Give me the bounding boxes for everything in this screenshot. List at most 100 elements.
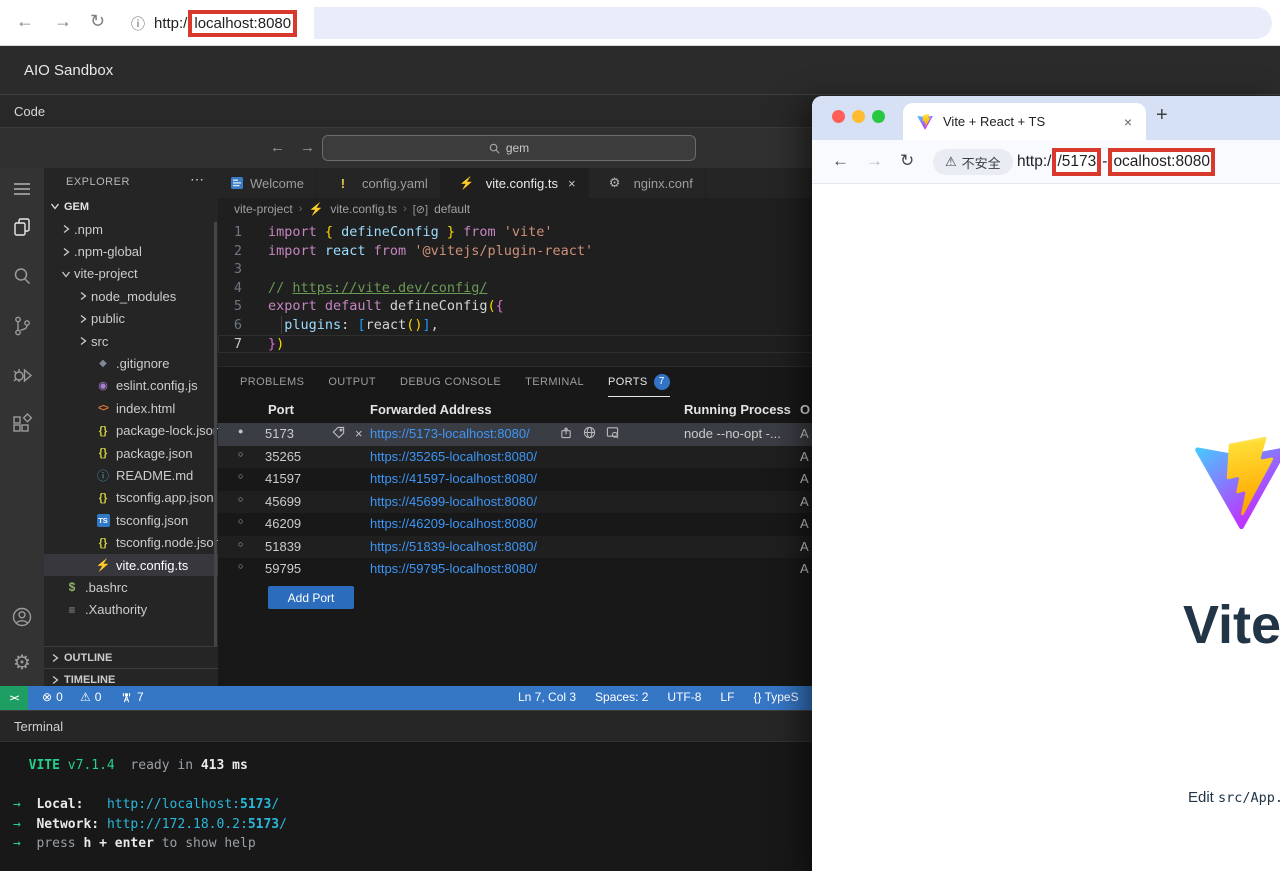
tree-item-tsconfig-json[interactable]: TS tsconfig.json	[44, 509, 218, 531]
explorer-icon[interactable]	[11, 216, 33, 238]
port-number: 45699	[265, 493, 302, 509]
source-control-icon[interactable]	[11, 315, 33, 337]
tree-item-label: package-lock.json	[116, 423, 218, 439]
open-in-browser-icon[interactable]	[583, 426, 596, 439]
vscode-forward-icon[interactable]: →	[300, 139, 315, 156]
timeline-section[interactable]: TIMELINE	[44, 668, 218, 686]
reload-icon[interactable]: ↻	[90, 11, 105, 32]
menu-icon[interactable]	[11, 178, 33, 200]
popup-address-text[interactable]: http://5173- ocalhost:8080	[1017, 140, 1216, 184]
tree-item--npm[interactable]: .npm	[44, 218, 218, 240]
close-window-button[interactable]	[832, 110, 845, 123]
sidebar-scrollbar[interactable]	[214, 222, 217, 646]
forwarded-address-link[interactable]: https://35265-localhost:8080/	[370, 449, 537, 464]
panel-tab-debug-console[interactable]: DEBUG CONSOLE	[400, 367, 501, 397]
close-tab-icon[interactable]: ×	[568, 176, 576, 191]
tree-item-public[interactable]: public	[44, 308, 218, 330]
tab-welcome[interactable]: Welcome	[218, 168, 317, 198]
panel-tab-problems[interactable]: PROBLEMS	[240, 367, 304, 397]
popup-url-prefix: http:/	[1017, 153, 1052, 170]
popup-active-tab[interactable]: Vite + React + TS ×	[903, 103, 1146, 140]
status-item[interactable]: Ln 7, Col 3	[518, 690, 576, 704]
workspace-root[interactable]: GEM	[44, 196, 218, 218]
status-item[interactable]: {} TypeS	[753, 690, 798, 704]
tree-item-node-modules[interactable]: node_modules	[44, 285, 218, 307]
account-icon[interactable]	[11, 606, 33, 628]
tree-item-eslint-config-js[interactable]: ◉ eslint.config.js	[44, 375, 218, 397]
tree-item--xauthority[interactable]: ≡ .Xauthority	[44, 599, 218, 621]
close-tab-icon[interactable]: ×	[1124, 114, 1132, 130]
minimize-window-button[interactable]	[852, 110, 865, 123]
tree-item--npm-global[interactable]: .npm-global	[44, 240, 218, 262]
tree-item-tsconfig-node-json[interactable]: {} tsconfig.node.json	[44, 531, 218, 553]
col-running-process: Running Process	[684, 402, 791, 417]
tree-item-tsconfig-app-json[interactable]: {} tsconfig.app.json	[44, 487, 218, 509]
security-badge[interactable]: ⚠ 不安全	[933, 149, 1013, 175]
tab-nginx-conf[interactable]: ⚙ nginx.conf	[589, 168, 706, 198]
search-icon[interactable]	[11, 265, 33, 287]
panel-tab-output[interactable]: OUTPUT	[328, 367, 376, 397]
forward-icon[interactable]: →	[54, 11, 72, 32]
outline-section[interactable]: OUTLINE	[44, 646, 218, 668]
address-bar[interactable]: ⓘ http:/localhost:8080	[118, 7, 1272, 39]
close-port-icon[interactable]: ×	[355, 426, 363, 441]
chevron-right-icon	[75, 314, 91, 324]
breadcrumb-folder[interactable]: vite-project	[234, 202, 293, 216]
tree-item-index-html[interactable]: <> index.html	[44, 397, 218, 419]
forwarded-address-link[interactable]: https://59795-localhost:8080/	[370, 561, 537, 576]
vscode-command-search[interactable]: gem	[322, 135, 696, 161]
tab-label: nginx.conf	[633, 175, 693, 191]
tree-item--gitignore[interactable]: ◆ .gitignore	[44, 352, 218, 374]
tree-item-readme-md[interactable]: ⓘ README.md	[44, 464, 218, 486]
warnings-status[interactable]: ⚠ 0	[80, 690, 101, 704]
reload-icon[interactable]: ↻	[900, 151, 914, 171]
gitignore-icon: ◆	[99, 358, 107, 370]
preview-icon[interactable]	[606, 426, 619, 439]
yaml-warning-icon: !	[340, 175, 346, 191]
remote-indicator[interactable]: ><	[0, 686, 28, 710]
tree-item-label: src	[91, 333, 109, 349]
vscode-back-icon[interactable]: ←	[270, 139, 285, 156]
tree-item--bashrc[interactable]: $ .bashrc	[44, 576, 218, 598]
panel-tab-terminal[interactable]: TERMINAL	[525, 367, 584, 397]
tab-config-yaml[interactable]: ! config.yaml	[317, 168, 441, 198]
errors-status[interactable]: ⊗ 0	[42, 690, 63, 704]
copy-address-icon[interactable]	[560, 426, 573, 439]
tree-item-vite-config-ts[interactable]: ⚡ vite.config.ts	[44, 553, 218, 577]
tree-item-package-json[interactable]: {} package.json	[44, 442, 218, 464]
page-info-icon[interactable]: ⓘ	[131, 14, 145, 34]
extensions-icon[interactable]	[11, 413, 33, 435]
breadcrumb-file[interactable]: vite.config.ts	[330, 202, 397, 216]
url-text[interactable]: http:/localhost:8080	[154, 7, 298, 39]
chevron-right-icon	[58, 224, 74, 234]
tab-vite-config-ts[interactable]: ⚡ vite.config.ts ×	[440, 168, 589, 198]
vite-logo[interactable]	[1193, 437, 1280, 532]
port-status-icon: ●	[238, 426, 244, 436]
run-debug-icon[interactable]	[11, 364, 33, 386]
tree-item-label: package.json	[116, 445, 193, 461]
col-forwarded-address: Forwarded Address	[370, 402, 492, 417]
breadcrumb-symbol[interactable]: default	[434, 202, 470, 216]
add-port-button[interactable]: Add Port	[268, 586, 354, 609]
back-icon[interactable]: ←	[832, 151, 849, 171]
vite-bolt-icon: ⚡	[95, 558, 111, 573]
tree-item-src[interactable]: src	[44, 330, 218, 352]
status-item[interactable]: UTF-8	[667, 690, 701, 704]
forwarded-address-link[interactable]: https://45699-localhost:8080/	[370, 494, 537, 509]
new-tab-icon[interactable]: +	[1156, 104, 1168, 127]
forwarded-address-link[interactable]: https://51839-localhost:8080/	[370, 539, 537, 554]
back-icon[interactable]: ←	[16, 11, 34, 32]
maximize-window-button[interactable]	[872, 110, 885, 123]
tree-item-package-lock-json[interactable]: {} package-lock.json	[44, 420, 218, 442]
settings-gear-icon[interactable]: ⚙	[11, 652, 33, 674]
forwarded-address-link[interactable]: https://5173-localhost:8080/	[370, 426, 530, 441]
status-item[interactable]: LF	[720, 690, 734, 704]
tree-item-vite-project[interactable]: vite-project	[44, 263, 218, 285]
ports-status[interactable]: 7	[120, 690, 144, 704]
tag-icon[interactable]	[332, 426, 345, 439]
forwarded-address-link[interactable]: https://41597-localhost:8080/	[370, 471, 537, 486]
panel-tab-ports[interactable]: PORTS 7	[607, 367, 670, 397]
status-item[interactable]: Spaces: 2	[595, 690, 648, 704]
more-actions-icon[interactable]: ⋯	[190, 171, 204, 188]
forwarded-address-link[interactable]: https://46209-localhost:8080/	[370, 516, 537, 531]
